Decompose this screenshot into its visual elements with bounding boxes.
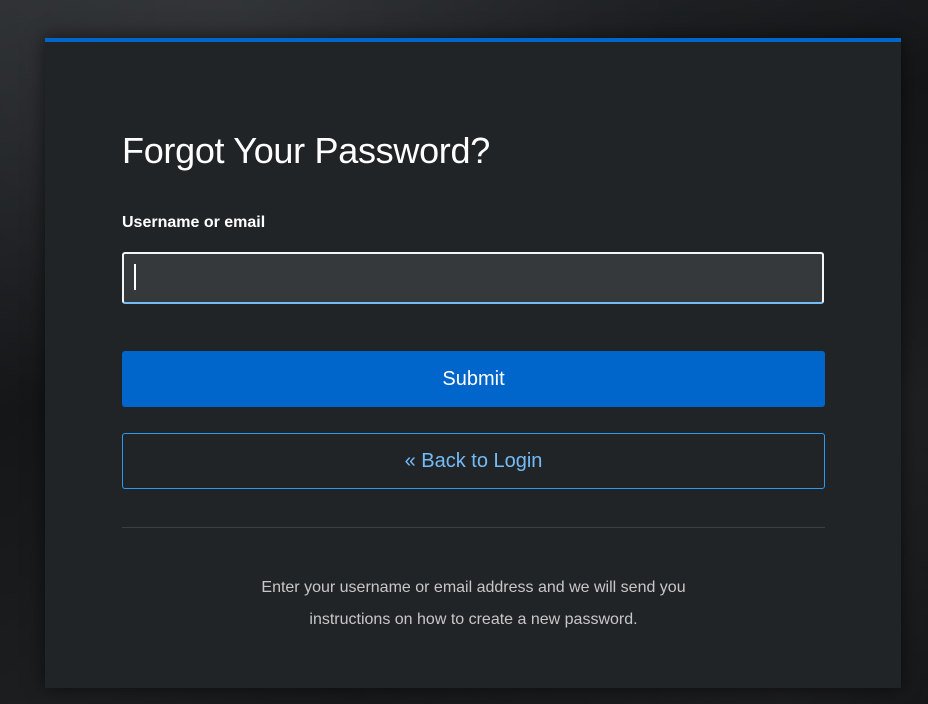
page-title: Forgot Your Password? xyxy=(122,130,490,171)
forgot-password-card: Forgot Your Password? Username or email … xyxy=(45,38,901,688)
username-input[interactable] xyxy=(122,252,824,304)
divider xyxy=(122,527,825,528)
help-text-line-2: instructions on how to create a new pass… xyxy=(309,611,638,628)
submit-button[interactable]: Submit xyxy=(122,351,825,407)
text-caret xyxy=(134,264,136,290)
help-text: Enter your username or email address and… xyxy=(122,572,825,636)
username-label: Username or email xyxy=(122,214,266,231)
username-field-wrapper xyxy=(122,252,824,304)
back-to-login-link[interactable]: « Back to Login xyxy=(122,433,825,489)
help-text-line-1: Enter your username or email address and… xyxy=(261,579,686,596)
